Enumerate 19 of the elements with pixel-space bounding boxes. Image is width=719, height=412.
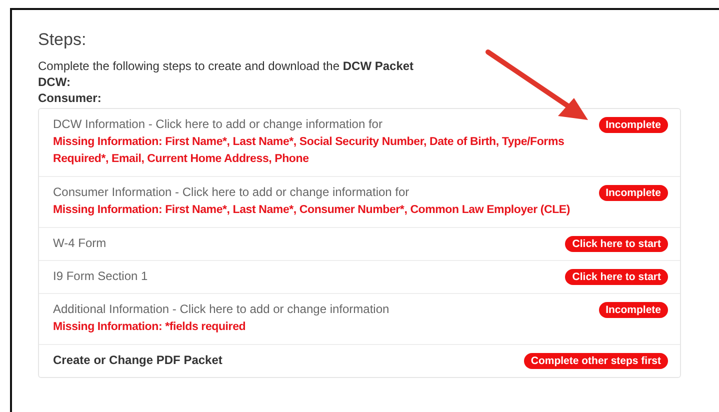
missing-info-text: Missing Information: First Name*, Last Name*, Consumer Number*, Common Law Employer (CLE) (53, 203, 572, 218)
status-badge[interactable]: Incomplete (598, 302, 668, 318)
intro-text: Complete the following steps to create and download the DCW Packet (38, 58, 415, 74)
status-badge[interactable]: Click here to start (565, 269, 668, 285)
step-title[interactable]: I9 Form Section 1 (53, 269, 556, 284)
step-title[interactable]: W-4 Form (53, 236, 556, 251)
section-heading: Steps: (38, 30, 88, 50)
field-label: DCW: (38, 74, 72, 90)
status-badge[interactable]: Complete other steps first (524, 353, 668, 369)
missing-info-text: Missing Information: First Name*, Last Name*, Social Security Number, Date of Birth, Type/Forms Required*, Email, Current Home Address, Phone (53, 135, 566, 167)
status-badge[interactable]: Incomplete (598, 117, 668, 133)
status-badge[interactable]: Click here to start (565, 236, 668, 252)
step-title[interactable]: Additional Information - Click here to add or change information (53, 302, 589, 317)
missing-info-text: Missing Information: *fields required (53, 320, 247, 335)
step-title[interactable]: Create or Change PDF Packet (53, 353, 514, 368)
field-label: Consumer: (38, 90, 102, 106)
step-title[interactable]: DCW Information - Click here to add or change information for (53, 117, 589, 132)
step-title[interactable]: Consumer Information - Click here to add or change information for (53, 185, 589, 200)
status-badge[interactable]: Incomplete (598, 185, 668, 201)
